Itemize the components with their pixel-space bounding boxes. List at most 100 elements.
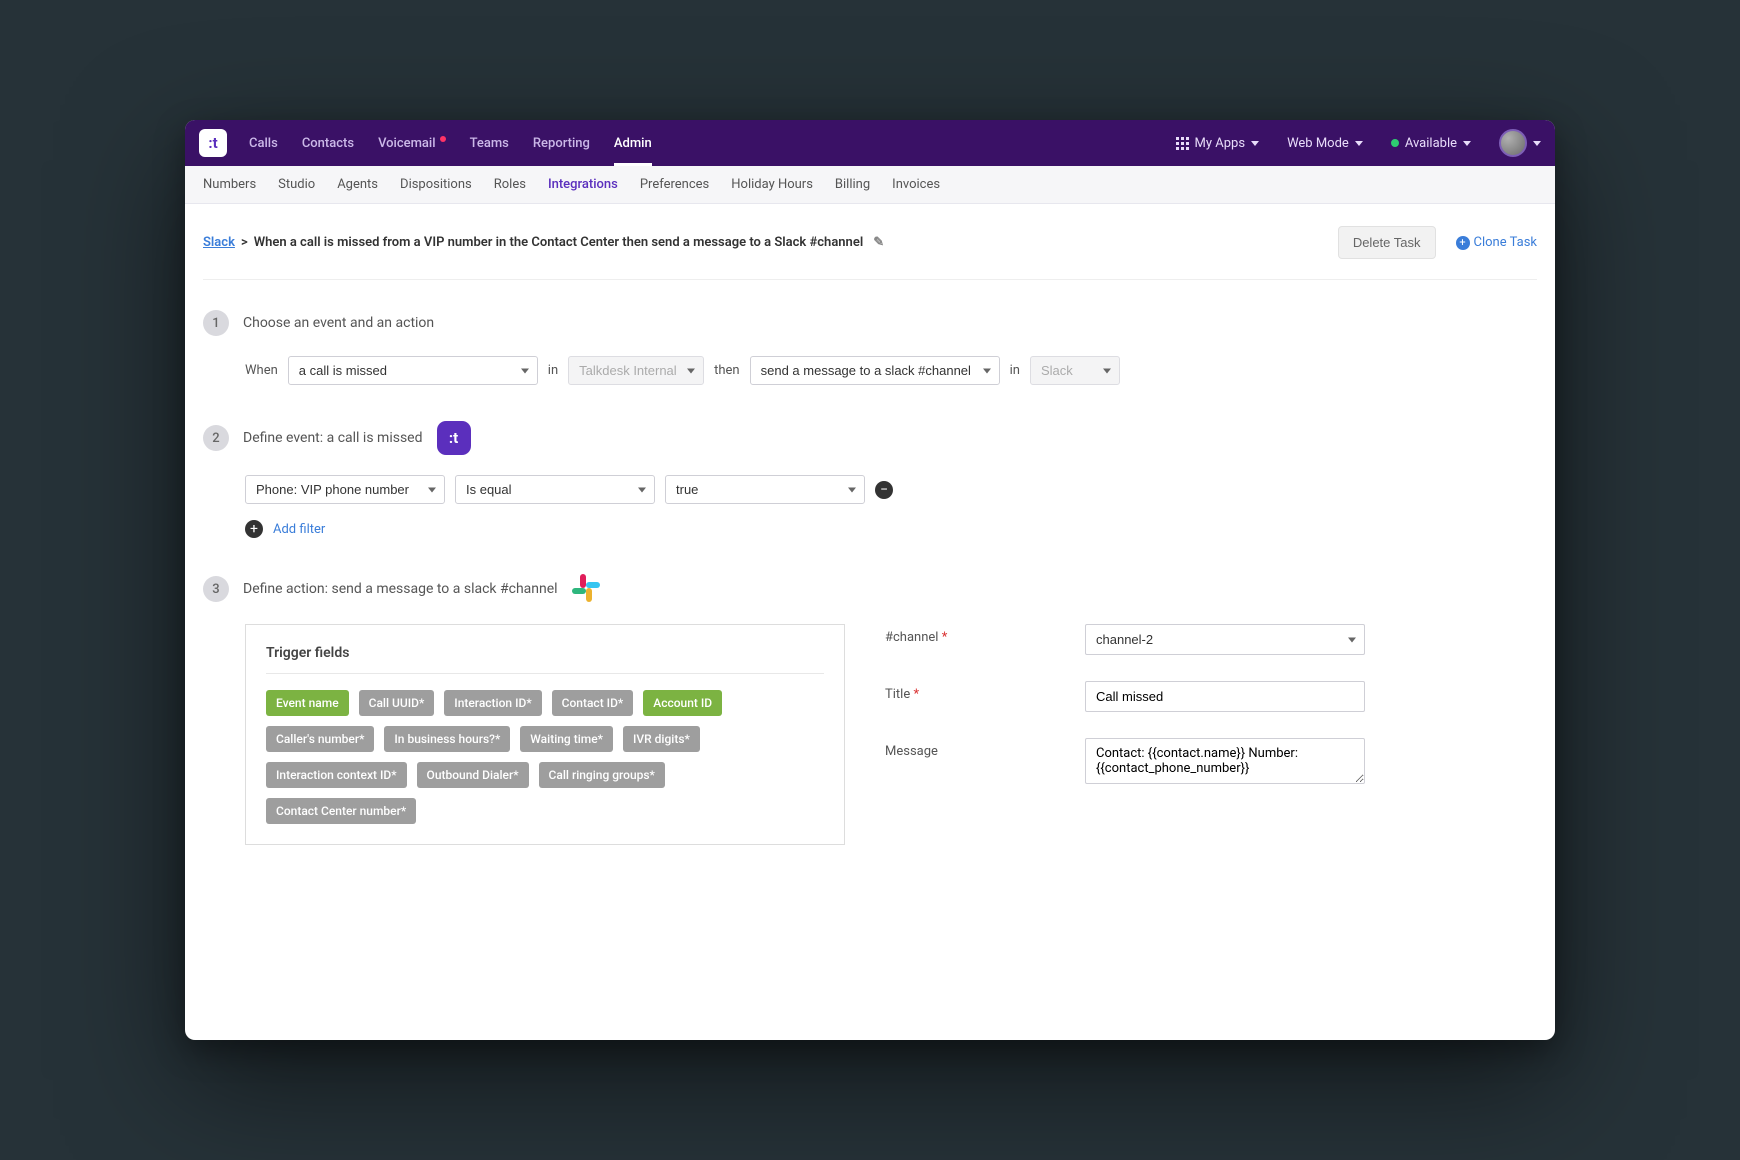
add-filter-link[interactable]: + Add filter <box>245 520 1537 538</box>
topnav-teams[interactable]: Teams <box>470 120 509 166</box>
filter-value-select[interactable]: true <box>665 475 865 504</box>
topbar-right: My Apps Web Mode Available <box>1176 129 1541 157</box>
chevron-down-icon <box>1463 141 1471 146</box>
clone-task-label: Clone Task <box>1474 235 1538 250</box>
subnav-roles[interactable]: Roles <box>494 177 526 192</box>
step-2-header: 2 Define event: a call is missed :t <box>203 421 1537 455</box>
chevron-down-icon <box>1251 141 1259 146</box>
app-logo[interactable]: :t <box>199 129 227 157</box>
filter-row: Phone: VIP phone number Is equal true − <box>245 475 1537 504</box>
trigger-fields-panel: Trigger fields Event name Call UUID* Int… <box>245 624 845 845</box>
subnav-invoices[interactable]: Invoices <box>892 177 940 192</box>
required-mark: * <box>942 630 948 645</box>
tag-contact-id[interactable]: Contact ID* <box>552 690 634 716</box>
tag-interaction-id[interactable]: Interaction ID* <box>444 690 541 716</box>
trigger-fields-heading: Trigger fields <box>266 645 824 674</box>
in-label-2: in <box>1010 363 1020 378</box>
subnav-agents[interactable]: Agents <box>337 177 378 192</box>
tag-waiting-time[interactable]: Waiting time* <box>520 726 613 752</box>
tag-event-name[interactable]: Event name <box>266 690 349 716</box>
breadcrumb-root[interactable]: Slack <box>203 235 235 250</box>
my-apps-label: My Apps <box>1195 136 1246 151</box>
title-row: Title * <box>885 681 1537 712</box>
step-1-number: 1 <box>203 310 229 336</box>
remove-filter-icon[interactable]: − <box>875 481 893 499</box>
web-mode-menu[interactable]: Web Mode <box>1287 136 1363 151</box>
step-2-title: Define event: a call is missed <box>243 430 423 446</box>
talkdesk-app-icon: :t <box>437 421 471 455</box>
trigger-field-tags: Event name Call UUID* Interaction ID* Co… <box>266 690 824 824</box>
step-3-header: 3 Define action: send a message to a sla… <box>203 574 1537 604</box>
required-mark: * <box>913 687 919 702</box>
message-row: Message <box>885 738 1537 784</box>
tag-callers-number[interactable]: Caller's number* <box>266 726 374 752</box>
message-label: Message <box>885 738 1065 759</box>
tag-contact-center-number[interactable]: Contact Center number* <box>266 798 416 824</box>
user-menu[interactable] <box>1499 129 1541 157</box>
notification-dot-icon <box>440 136 446 142</box>
then-label: then <box>714 363 740 378</box>
event-action-row: When a call is missed in Talkdesk Intern… <box>245 356 1537 385</box>
content: Slack > When a call is missed from a VIP… <box>185 204 1555 1040</box>
step-3: 3 Define action: send a message to a sla… <box>203 574 1537 845</box>
tag-outbound-dialer[interactable]: Outbound Dialer* <box>417 762 529 788</box>
in-label-1: in <box>548 363 558 378</box>
avatar <box>1499 129 1527 157</box>
add-circle-icon: + <box>245 520 263 538</box>
delete-task-button[interactable]: Delete Task <box>1338 226 1436 259</box>
action-select[interactable]: send a message to a slack #channel <box>750 356 1000 385</box>
tag-in-business-hours[interactable]: In business hours?* <box>384 726 510 752</box>
subnav-holiday-hours[interactable]: Holiday Hours <box>731 177 813 192</box>
topnav-contacts[interactable]: Contacts <box>302 120 354 166</box>
tag-call-uuid[interactable]: Call UUID* <box>359 690 435 716</box>
page-title: When a call is missed from a VIP number … <box>254 235 864 250</box>
availability-menu[interactable]: Available <box>1391 136 1471 151</box>
subnav-billing[interactable]: Billing <box>835 177 870 192</box>
step-2-number: 2 <box>203 425 229 451</box>
tag-call-ringing-groups[interactable]: Call ringing groups* <box>539 762 665 788</box>
filter-operator-select[interactable]: Is equal <box>455 475 655 504</box>
my-apps-menu[interactable]: My Apps <box>1176 136 1260 151</box>
channel-row: #channel * channel-2 <box>885 624 1537 655</box>
topnav-reporting[interactable]: Reporting <box>533 120 590 166</box>
topnav-voicemail-label: Voicemail <box>378 136 436 151</box>
channel-select[interactable]: channel-2 <box>1085 624 1365 655</box>
step-1-header: 1 Choose an event and an action <box>203 310 1537 336</box>
subnav-integrations[interactable]: Integrations <box>548 177 618 192</box>
event-source-select: Talkdesk Internal <box>568 356 704 385</box>
availability-label: Available <box>1405 136 1457 151</box>
step-3-number: 3 <box>203 576 229 602</box>
subnav-studio[interactable]: Studio <box>278 177 315 192</box>
topbar: :t Calls Contacts Voicemail Teams Report… <box>185 120 1555 166</box>
page-header: Slack > When a call is missed from a VIP… <box>203 204 1537 280</box>
step-1-title: Choose an event and an action <box>243 315 434 331</box>
step-2: 2 Define event: a call is missed :t Phon… <box>203 421 1537 538</box>
subnav-preferences[interactable]: Preferences <box>640 177 709 192</box>
event-select[interactable]: a call is missed <box>288 356 538 385</box>
top-nav: Calls Contacts Voicemail Teams Reporting… <box>249 120 652 166</box>
tag-interaction-context-id[interactable]: Interaction context ID* <box>266 762 407 788</box>
step-1: 1 Choose an event and an action When a c… <box>203 310 1537 385</box>
topnav-calls[interactable]: Calls <box>249 120 278 166</box>
slack-icon <box>572 574 602 604</box>
tag-ivr-digits[interactable]: IVR digits* <box>623 726 700 752</box>
add-filter-label: Add filter <box>273 522 325 537</box>
action-form: #channel * channel-2 Title * Message <box>885 624 1537 784</box>
message-textarea[interactable] <box>1085 738 1365 784</box>
filter-field-select[interactable]: Phone: VIP phone number <box>245 475 445 504</box>
title-label: Title * <box>885 681 1065 702</box>
breadcrumb: Slack > When a call is missed from a VIP… <box>203 235 884 250</box>
subnav-dispositions[interactable]: Dispositions <box>400 177 472 192</box>
action-target-select: Slack <box>1030 356 1120 385</box>
chevron-down-icon <box>1355 141 1363 146</box>
app-window: :t Calls Contacts Voicemail Teams Report… <box>185 120 1555 1040</box>
when-label: When <box>245 363 278 378</box>
title-input[interactable] <box>1085 681 1365 712</box>
tag-account-id[interactable]: Account ID <box>643 690 722 716</box>
topnav-admin[interactable]: Admin <box>614 120 652 166</box>
clone-task-link[interactable]: + Clone Task <box>1456 235 1538 250</box>
subnav-numbers[interactable]: Numbers <box>203 177 256 192</box>
topnav-voicemail[interactable]: Voicemail <box>378 120 446 166</box>
step-3-title: Define action: send a message to a slack… <box>243 581 558 597</box>
edit-icon[interactable]: ✎ <box>873 235 884 250</box>
